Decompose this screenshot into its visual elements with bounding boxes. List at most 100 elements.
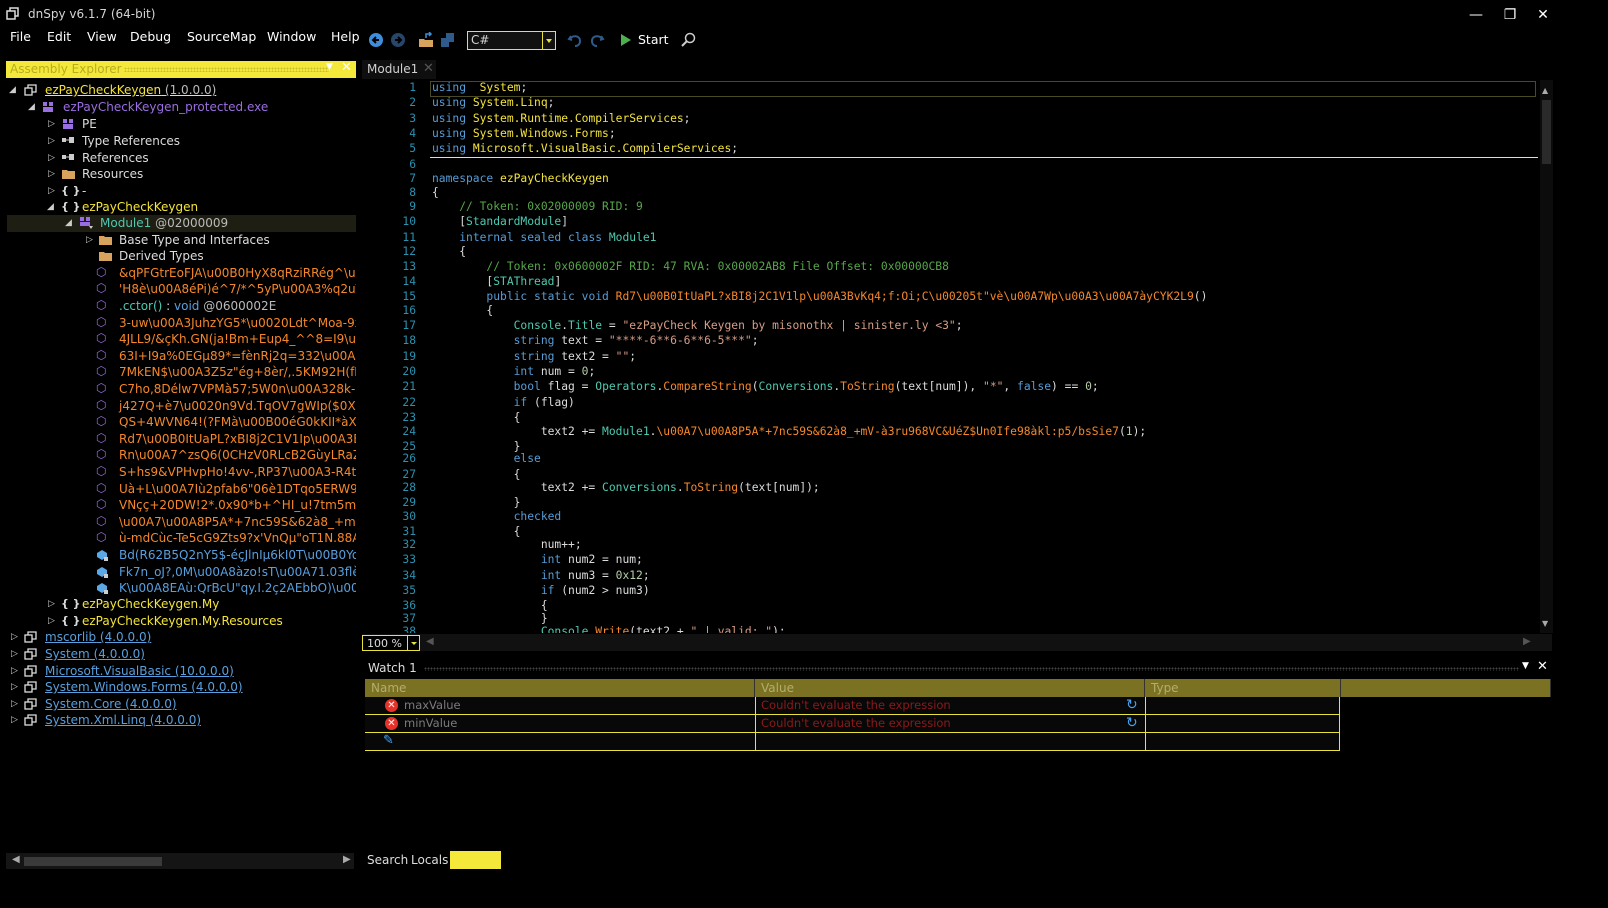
restore-button[interactable]: ❐ [1495,4,1525,26]
tree-node-namespace[interactable]: ▷{ } ezPayCheckKeygen.My.Resources [0,613,356,630]
chevron-down-icon[interactable] [542,32,555,49]
tree-node-method[interactable]: ⬡ Rn\u00A7^zsQ6(0CHzV0RLcB2GùyLRaZ?+a1\u [0,447,356,464]
search-icon[interactable] [680,32,696,48]
tree-node-method[interactable]: ⬡ Rd7\u00B0ItUaPL?xBI8j2C1V1Ip\u00A3BvKq4… [0,431,356,448]
scroll-left-icon[interactable]: ◀ [426,636,434,647]
expand-icon[interactable]: ▷ [11,663,21,679]
expand-icon[interactable]: ▷ [86,232,96,248]
tree-node-field[interactable]: Fk7n_oJ?,0M\u00A8àzo!sT\u00A71.03flèmUF,… [0,564,356,581]
column-header-value[interactable]: Value [755,679,1145,697]
tree-node-type-references[interactable]: ▷ Type References [0,133,356,150]
tree-node-method[interactable]: ⬡ VNçç+20DW!2*.0x90*b+^HI_u!7tm5mcoH9\u( [0,497,356,514]
chevron-down-icon[interactable]: ▼ [1522,661,1529,671]
tree-node-method[interactable]: ⬡ ù-mdCùc-Te5cG9Zts9?x'VnQµ"oT1N.88AH0yL [0,530,356,547]
tree-node-method[interactable]: ⬡ C7ho,8Délw7VPMà57;5W0n\u00A328k-B6gFi.9 [0,381,356,398]
refresh-icon[interactable]: ↻ [1126,697,1138,713]
expand-icon[interactable]: ▷ [11,712,21,728]
tree-node-module-file[interactable]: ◢ ezPayCheckKeygen_protected.exe [0,99,356,116]
tree-node-class-module1[interactable]: ◢ Module1 @02000009 [7,215,356,232]
tree-node-assembly[interactable]: ▷ System (4.0.0.0) [0,646,356,663]
watch-row[interactable]: ✕ maxValue Couldn't evaluate the express… [365,697,1340,715]
expand-icon[interactable]: ▷ [48,133,58,149]
tree-node-references[interactable]: ▷ References [0,150,356,167]
expand-icon[interactable]: ▷ [48,596,58,612]
vertical-scrollbar[interactable]: ▲ ▼ [1540,80,1553,633]
watch-new-row[interactable]: ✎ [365,733,1340,751]
menu-help[interactable]: Help [331,29,360,44]
chevron-down-icon[interactable] [407,636,419,650]
expand-icon[interactable]: ▷ [11,629,21,645]
tab-watch-active[interactable] [450,851,501,869]
scrollbar-thumb[interactable] [1542,100,1551,164]
tree-node-method[interactable]: ⬡ 7MkEN$\u00A3Z5z"ég+8èr/,.5KM92H(fIOe_1k [0,364,356,381]
language-combo[interactable]: C# [467,31,556,50]
tree-node-assembly[interactable]: ◢ ezPayCheckKeygen (1.0.0.0) [0,82,356,99]
tree-node-method[interactable]: ⬡ QS+4WVN64!(?FMà\u00B00éG0kKII*àXFçEWR+ [0,414,356,431]
tree-node-base-types[interactable]: ▷ Base Type and Interfaces [0,232,356,249]
undo-icon[interactable] [567,32,583,48]
tab-module1[interactable]: Module1 ✕ [362,60,436,79]
chevron-down-icon[interactable]: ▼ [326,62,333,72]
minimize-button[interactable]: — [1461,4,1491,26]
tree-node-cctor[interactable]: ⬡ .cctor() : void @0600002E [0,298,356,315]
save-all-icon[interactable] [440,32,456,48]
tree-node-method[interactable]: ⬡ &qPFGtrEoFJA\u00B0HyX8qRziRRég^\u00A34 [0,265,356,282]
pencil-icon[interactable]: ✎ [383,733,394,748]
expand-icon[interactable]: ▷ [48,150,58,166]
close-icon[interactable]: ✕ [341,60,352,75]
close-button[interactable]: ✕ [1528,4,1558,26]
tree-node-field[interactable]: K\u00A8EAù:QrBcU"qy.I.2ç2AEbbO)\u00A3\u( [0,580,356,597]
back-icon[interactable] [368,32,384,48]
expand-icon[interactable]: ▷ [11,646,21,662]
menu-view[interactable]: View [87,29,117,44]
tree-node-method[interactable]: ⬡ 63I+I9a%0EGµ89*=fènRj2q=332\u00A8jz5MWI [0,348,356,365]
open-icon[interactable] [418,32,434,48]
scroll-left-icon[interactable]: ◀ [12,854,20,865]
watch-row[interactable]: ✕ minValue Couldn't evaluate the express… [365,715,1340,733]
tree-node-assembly[interactable]: ▷ Microsoft.VisualBasic (10.0.0.0) [0,663,356,680]
expand-icon[interactable]: ▷ [48,166,58,182]
menu-debug[interactable]: Debug [130,29,171,44]
menu-window[interactable]: Window [267,29,316,44]
scroll-right-icon[interactable]: ▶ [343,854,351,865]
tree-node-namespace[interactable]: ◢ { } ezPayCheckKeygen [0,199,356,216]
collapse-icon[interactable]: ◢ [9,82,19,98]
tree-node-field[interactable]: Bd(R62B5Q2nY5$-éçJlnIµ6kI0T\u00B0Yo\u00A [0,547,356,564]
tree-node-method[interactable]: ⬡ \u00A7\u00A8P5A*+7nc59S&62à8_+mV-à3ru9 [0,514,356,531]
scroll-up-icon[interactable]: ▲ [1542,86,1548,95]
column-header-type[interactable]: Type [1145,679,1341,697]
close-icon[interactable]: ✕ [1537,659,1548,674]
tree-node-method[interactable]: ⬡ 3-uw\u00A3JuhzYG5*\u0020Ldt^Moa-9x7T5m [0,315,356,332]
tree-node-method[interactable]: ⬡ 4JLL9/&çKh.GN(ja!Bm+Eup4_^^8=I9\u00B0DI [0,331,356,348]
tree-node-derived-types[interactable]: Derived Types [0,248,356,265]
scrollbar-thumb[interactable] [24,857,162,866]
collapse-icon[interactable]: ◢ [65,215,75,231]
tree-node-method[interactable]: ⬡ 'H8è\u00A8éPi)é^7/*^5yP\u00A3%q2uT%GO( [0,281,356,298]
collapse-icon[interactable]: ◢ [28,99,38,115]
drag-handle[interactable] [424,667,1519,671]
expand-icon[interactable]: ▷ [11,696,21,712]
expand-icon[interactable]: ▷ [48,613,58,629]
watch-name[interactable]: maxValue [404,697,461,714]
menu-file[interactable]: File [10,29,31,44]
tab-locals[interactable]: Locals [411,853,448,867]
tree-node-resources[interactable]: ▷ Resources [0,166,356,183]
menu-edit[interactable]: Edit [47,29,71,44]
forward-icon[interactable] [390,32,406,48]
close-icon[interactable]: ✕ [423,61,434,76]
expand-icon[interactable]: ▷ [11,679,21,695]
column-header-name[interactable]: Name [365,679,755,697]
tree-node-assembly[interactable]: ▷ System.Xml.Linq (4.0.0.0) [0,712,356,729]
tree-node-namespace[interactable]: ▷{ } ezPayCheckKeygen.My [0,596,356,613]
menu-sourcemap[interactable]: SourceMap [187,29,256,44]
refresh-icon[interactable]: ↻ [1126,715,1138,731]
zoom-combo[interactable]: 100 % [362,635,420,651]
expand-icon[interactable]: ▷ [48,116,58,132]
tree-node-assembly[interactable]: ▷ System.Core (4.0.0.0) [0,696,356,713]
tree-node-assembly[interactable]: ▷ mscorlib (4.0.0.0) [0,629,356,646]
code-editor[interactable]: 1 using System; 2 using System.Linq; 3 using … [362,80,1552,633]
tree-node-namespace-empty[interactable]: ▷ { } - [0,183,356,200]
tree-node-method[interactable]: ⬡ S+hs9&VPHvpHo!4vv-,RP37\u00A3-R4t:v3996 [0,464,356,481]
expand-icon[interactable]: ▷ [48,183,58,199]
collapse-icon[interactable]: ◢ [47,199,57,215]
